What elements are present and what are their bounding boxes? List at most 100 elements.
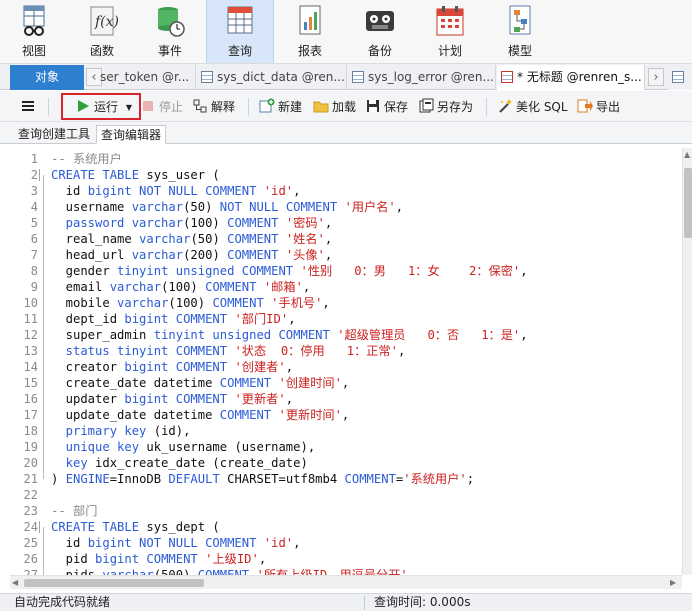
code-token: bigint NOT NULL COMMENT: [87, 184, 257, 198]
code-line: mobile varchar(100) COMMENT '手机号',: [51, 295, 330, 311]
code-token: '部门ID': [234, 312, 289, 326]
code-token: '上级ID': [205, 552, 259, 566]
scroll-left-icon[interactable]: ◀: [12, 578, 18, 587]
tab-user-token[interactable]: ser_token @r...: [100, 65, 196, 90]
fold-marker-icon[interactable]: [39, 169, 49, 181]
code-token: pid: [51, 552, 96, 566]
ribbon-label: 事件: [157, 44, 182, 58]
play-icon: [78, 100, 89, 112]
code-token: '姓名': [285, 232, 325, 246]
ribbon-schedule-button[interactable]: 计划: [416, 0, 484, 63]
tab-sys-dict-data[interactable]: sys_dict_data @ren...: [197, 65, 347, 90]
line-number: 15: [23, 376, 38, 390]
new-button[interactable]: 新建: [259, 96, 302, 118]
status-message: 自动完成代码就绪: [14, 595, 111, 609]
ribbon-label: 报表: [297, 44, 322, 58]
code-line: CREATE TABLE sys_user (: [51, 167, 220, 183]
code-token: COMMENT: [227, 216, 279, 230]
save-as-button[interactable]: 另存为: [418, 96, 473, 118]
export-icon: [577, 99, 593, 113]
code-line: -- 部门: [51, 503, 97, 519]
code-token: ,: [395, 200, 404, 214]
explain-label: 解释: [211, 100, 236, 114]
line-number: 17: [23, 408, 38, 422]
line-number: 21: [23, 472, 38, 486]
ribbon-model-button[interactable]: 模型: [486, 0, 554, 63]
code-token: id: [51, 184, 88, 198]
toolbar-divider: [48, 98, 49, 116]
report-icon: [299, 5, 321, 35]
line-number: 14: [23, 360, 38, 374]
line-number: 4: [30, 200, 38, 214]
tab-query-editor[interactable]: 查询编辑器: [96, 125, 167, 144]
code-token: uk_username (username),: [139, 440, 316, 454]
code-token: tinyint unsigned COMMENT: [153, 328, 330, 342]
load-button[interactable]: 加载: [313, 96, 356, 118]
tab-label: sys_dict_data @ren...: [217, 70, 345, 84]
vertical-scroll-thumb[interactable]: [684, 168, 692, 238]
tab-objects[interactable]: 对象: [10, 65, 84, 90]
line-number: 6: [30, 232, 38, 246]
status-divider: [364, 596, 365, 610]
explain-button[interactable]: 解释: [192, 96, 235, 118]
export-button[interactable]: 导出: [577, 96, 620, 118]
tab-scroll-right-icon[interactable]: ›: [648, 68, 664, 86]
scroll-up-icon[interactable]: ▲: [684, 150, 690, 159]
code-token: id: [51, 536, 88, 550]
fold-guide: [43, 527, 44, 575]
save-icon: [367, 100, 379, 112]
scroll-right-icon[interactable]: ▶: [670, 578, 676, 587]
horizontal-scroll-thumb[interactable]: [24, 579, 204, 587]
tab-sys-log-error[interactable]: sys_log_error @ren...: [348, 65, 496, 90]
code-token: ENGINE: [65, 472, 110, 486]
code-line: id bigint NOT NULL COMMENT 'id',: [51, 183, 301, 199]
run-button[interactable]: 运行 ▼: [75, 96, 132, 118]
tab-label: sys_log_error @ren...: [368, 70, 494, 84]
run-dropdown-icon[interactable]: ▼: [126, 103, 132, 112]
menu-button[interactable]: [20, 96, 39, 118]
query-icon: [227, 6, 253, 34]
vertical-scrollbar[interactable]: ▲: [682, 148, 692, 575]
fold-marker-icon[interactable]: [39, 521, 49, 533]
code-token: (500): [153, 568, 198, 575]
code-line: pid bigint COMMENT '上级ID',: [51, 551, 267, 567]
stop-button[interactable]: 停止: [140, 96, 183, 118]
ribbon-label: 查询: [227, 44, 252, 58]
ribbon-backup-button[interactable]: 备份: [346, 0, 414, 63]
sql-editor[interactable]: 1 -- 系统用户 2 CREATE TABLE sys_user (3 id big…: [0, 148, 682, 575]
code-token: (100): [161, 280, 206, 294]
line-number: 10: [23, 296, 38, 310]
tab-untitled-query[interactable]: * 无标题 @renren_s...: [497, 65, 645, 90]
ribbon-query-button[interactable]: 查询: [206, 0, 274, 63]
code-token: ,: [302, 280, 311, 294]
code-token: ;: [466, 472, 475, 486]
save-button[interactable]: 保存: [365, 96, 408, 118]
code-token: bigint COMMENT: [124, 312, 228, 326]
ribbon-event-button[interactable]: 事件: [136, 0, 204, 63]
backup-icon: [366, 11, 394, 31]
line-number: 3: [30, 184, 38, 198]
code-line: password varchar(100) COMMENT '密码',: [51, 215, 333, 231]
toolbar-divider: [486, 98, 487, 116]
code-line: key idx_create_date (create_date): [51, 455, 308, 471]
code-token: update_date datetime: [51, 408, 220, 422]
query-toolbar: 运行 ▼ 停止 解释 新建 加载 保存 另存为 美化 SQL 导出: [0, 91, 692, 122]
code-token: NOT NULL COMMENT: [219, 200, 338, 214]
line-number: 5: [30, 216, 38, 230]
ribbon-report-button[interactable]: 报表: [276, 0, 344, 63]
beautify-sql-button[interactable]: 美化 SQL: [497, 96, 568, 118]
tab-query-builder[interactable]: 查询创建工具: [14, 125, 94, 144]
code-line: updater bigint COMMENT '更新者',: [51, 391, 293, 407]
code-token: key: [51, 456, 88, 470]
code-token: ,: [341, 408, 350, 422]
horizontal-scrollbar[interactable]: ◀ ▶: [10, 575, 682, 589]
ribbon-function-button[interactable]: f(x) 函数: [68, 0, 136, 63]
tab-overflow[interactable]: [668, 65, 692, 90]
code-token: '创建者': [234, 360, 286, 374]
save-as-icon: [419, 98, 434, 113]
ribbon-view-button[interactable]: 视图: [0, 0, 68, 63]
code-token: ,: [324, 216, 333, 230]
